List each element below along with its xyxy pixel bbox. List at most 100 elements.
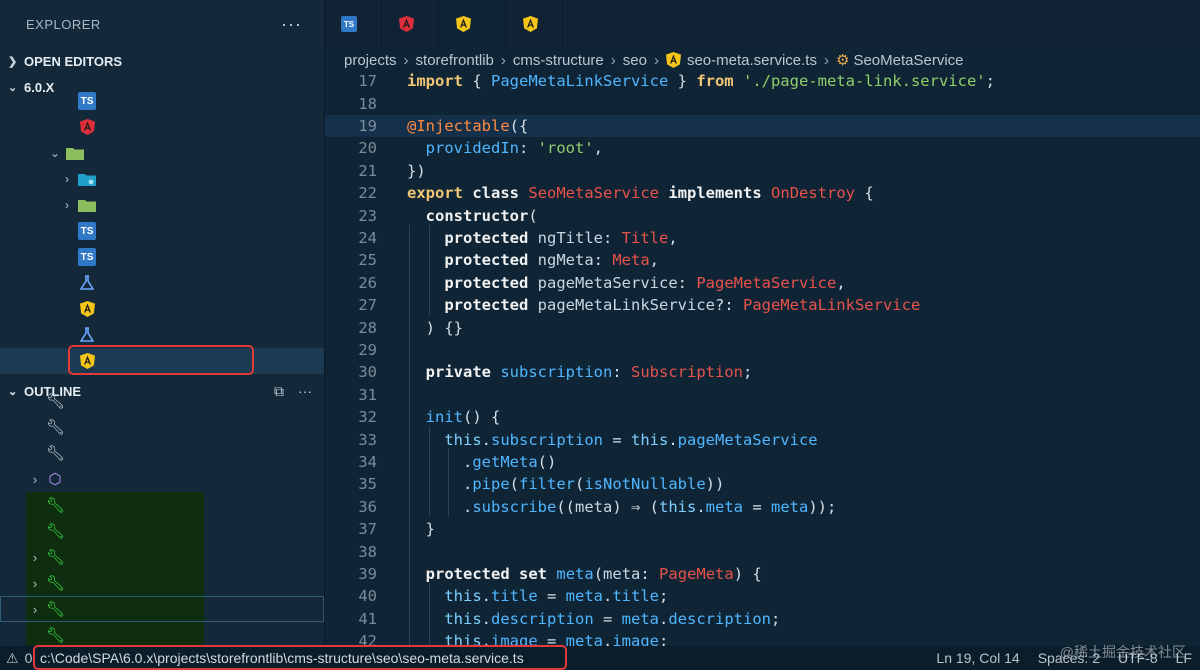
line-number: 18: [358, 94, 377, 113]
outline-item[interactable]: 🔧︎: [0, 388, 324, 414]
outline-item[interactable]: 🔧︎: [0, 622, 324, 646]
outline-item[interactable]: › 🔧︎: [0, 570, 324, 596]
code-line[interactable]: 32 init() {: [325, 406, 1200, 428]
code-line[interactable]: 31: [325, 384, 1200, 406]
line-number: 37: [358, 520, 377, 539]
code-line[interactable]: 23 constructor(: [325, 204, 1200, 226]
tab-0[interactable]: TS: [325, 0, 382, 48]
code-line[interactable]: 40 this.title = meta.title;: [325, 585, 1200, 607]
outline-item[interactable]: › 🔧︎: [0, 596, 324, 622]
code-line[interactable]: 28 ) {}: [325, 316, 1200, 338]
file-tree-item[interactable]: TS: [0, 218, 324, 244]
tab-1[interactable]: [382, 0, 439, 48]
tab-2[interactable]: [439, 0, 506, 48]
code-line[interactable]: 38: [325, 540, 1200, 562]
code-line[interactable]: 27 protected pageMetaLinkService?: PageM…: [325, 294, 1200, 316]
code-line[interactable]: 26 protected pageMetaService: PageMetaSe…: [325, 272, 1200, 294]
angular-service-icon: [78, 352, 96, 370]
code-line[interactable]: 25 protected ngMeta: Meta,: [325, 249, 1200, 271]
problems-indicator[interactable]: ⚠ 0: [0, 650, 36, 667]
outline-item[interactable]: 🔧︎: [0, 518, 324, 544]
editor-tabs: TS: [325, 0, 1200, 48]
breadcrumb-item[interactable]: storefrontlib: [416, 52, 494, 69]
line-number: 41: [358, 609, 377, 628]
wrench-icon: 🔧︎: [46, 523, 66, 540]
breadcrumb-separator-icon: ›: [500, 51, 506, 69]
code-text: .getMeta(): [407, 452, 557, 471]
line-number: 19: [358, 116, 377, 135]
outline-item[interactable]: 🔧︎: [0, 440, 324, 466]
code-line[interactable]: 33 this.subscription = this.pageMetaServ…: [325, 428, 1200, 450]
chevron-right-icon: ›: [32, 575, 38, 591]
more-actions-icon[interactable]: ···: [281, 14, 302, 35]
code-text: this.description = meta.description;: [444, 609, 781, 628]
code-editor[interactable]: 17 import { PageMetaLinkService } from '.…: [325, 70, 1200, 646]
code-line[interactable]: 34 .getMeta(): [325, 451, 1200, 473]
line-number: 26: [358, 273, 377, 292]
open-editors-section[interactable]: ❯ OPEN EDITORS: [0, 48, 324, 74]
file-tree-item[interactable]: ⌄: [0, 140, 324, 166]
breadcrumb-item[interactable]: seo-meta.service.ts: [687, 52, 817, 69]
code-text: protected ngMeta: Meta,: [444, 251, 660, 270]
outline-item[interactable]: › 🔧︎: [0, 544, 324, 570]
code-line[interactable]: 29: [325, 339, 1200, 361]
line-number: 42: [358, 632, 377, 646]
wrench-icon: 🔧︎: [46, 497, 66, 514]
file-tree-item[interactable]: TS: [0, 88, 324, 114]
line-number: 21: [358, 161, 377, 180]
wrench-icon: 🔧︎: [46, 445, 66, 462]
angular-service-icon: [522, 16, 538, 32]
file-tree-item[interactable]: [0, 348, 324, 374]
outline-item[interactable]: › ⬡: [0, 466, 324, 492]
warning-icon: ⚠: [6, 649, 19, 666]
code-line[interactable]: 24 protected ngTitle: Title,: [325, 227, 1200, 249]
code-line[interactable]: 19 @Injectable({: [325, 114, 1200, 138]
angular-service-icon: [665, 52, 681, 68]
code-text: ) {}: [407, 318, 463, 337]
code-text: }: [407, 520, 435, 539]
line-number: 23: [358, 206, 377, 225]
line-number: 28: [358, 318, 377, 337]
file-tree-item[interactable]: [0, 114, 324, 140]
file-tree-item[interactable]: ›: [0, 192, 324, 218]
cursor-position[interactable]: Ln 19, Col 14: [936, 650, 1019, 666]
breadcrumb-item[interactable]: seo: [623, 52, 647, 69]
code-line[interactable]: 21}): [325, 160, 1200, 182]
breadcrumb-separator-icon: ›: [403, 51, 409, 69]
code-line[interactable]: 41 this.description = meta.description;: [325, 608, 1200, 630]
code-text: }): [407, 161, 426, 180]
line-number: 30: [358, 363, 377, 382]
code-line[interactable]: 39 protected set meta(meta: PageMeta) {: [325, 563, 1200, 585]
breadcrumb-item[interactable]: cms-structure: [513, 52, 604, 69]
file-tree-item[interactable]: [0, 270, 324, 296]
code-line[interactable]: 30 private subscription: Subscription;: [325, 361, 1200, 383]
line-number: 38: [358, 542, 377, 561]
tab-3[interactable]: [506, 0, 563, 48]
line-number: 35: [358, 475, 377, 494]
code-line[interactable]: 18: [325, 92, 1200, 114]
code-line[interactable]: 36 .subscribe((meta) ⇒ (this.meta = meta…: [325, 496, 1200, 518]
folder-icon: [78, 196, 96, 214]
sidebar: EXPLORER ··· ❯ OPEN EDITORS ⌄ 6.0.X TS ⌄ ›…: [0, 0, 325, 646]
code-line[interactable]: 17 import { PageMetaLinkService } from '.…: [325, 70, 1200, 92]
wrench-icon: 🔧︎: [46, 627, 66, 644]
breadcrumb-item[interactable]: SeoMetaService: [853, 52, 963, 69]
outline-item[interactable]: 🔧︎: [0, 414, 324, 440]
code-text: private subscription: Subscription;: [425, 363, 753, 382]
outline-item[interactable]: 🔧︎: [0, 492, 324, 518]
code-line[interactable]: 20 providedIn: 'root',: [325, 137, 1200, 159]
file-tree: TS ⌄ › › TS TS: [0, 88, 324, 374]
chevron-right-icon: ❯: [8, 55, 18, 68]
code-text: @Injectable({: [407, 116, 529, 135]
code-line[interactable]: 37 }: [325, 518, 1200, 540]
code-text: import { PageMetaLinkService } from './p…: [407, 72, 995, 91]
breadcrumb-item[interactable]: projects: [344, 52, 397, 69]
code-text: protected pageMetaService: PageMetaServi…: [444, 273, 846, 292]
file-tree-item[interactable]: ›: [0, 166, 324, 192]
file-tree-item[interactable]: [0, 322, 324, 348]
file-tree-item[interactable]: [0, 296, 324, 322]
code-line[interactable]: 22 export class SeoMetaService implements…: [325, 182, 1200, 204]
code-line[interactable]: 35 .pipe(filter(isNotNullable)): [325, 473, 1200, 495]
file-tree-item[interactable]: TS: [0, 244, 324, 270]
code-text: protected set meta(meta: PageMeta) {: [425, 564, 762, 583]
